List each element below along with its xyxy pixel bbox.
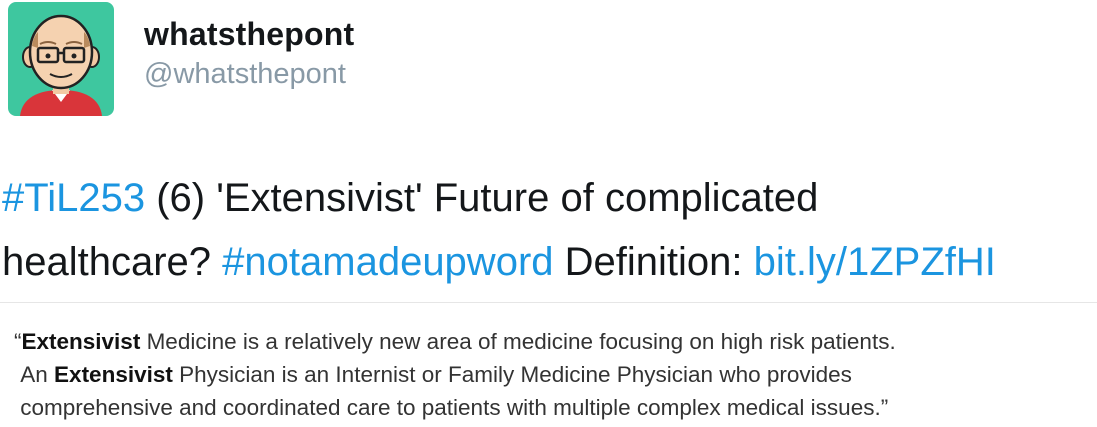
tweet-text-line-1: #TiL253 (6) 'Extensivist' Future of comp… <box>2 166 1092 230</box>
quote-bold-term: Extensivist <box>21 329 141 354</box>
avatar-cartoon-man-glasses-icon <box>20 14 102 116</box>
hashtag-til253-link[interactable]: #TiL253 <box>2 176 145 220</box>
quote-line-3: comprehensive and coordinated care to pa… <box>14 391 1094 424</box>
tweet-text-line-2: healthcare? #notamadeupword Definition: … <box>2 230 1092 294</box>
tweet-text-segment: healthcare? <box>2 240 223 284</box>
quote-segment: Medicine is a relatively new area of med… <box>140 329 896 354</box>
avatar[interactable] <box>8 2 114 116</box>
quote-text: “Extensivist Medicine is a relatively ne… <box>14 325 1094 424</box>
quote-segment: An <box>20 362 55 387</box>
display-name[interactable]: whatsthepont <box>144 16 354 53</box>
tweet-text-segment: (6) 'Extensivist' Future of complicated <box>145 176 819 220</box>
open-quote-mark: “ <box>14 329 22 354</box>
quote-line-2: An Extensivist Physician is an Internist… <box>14 358 1094 391</box>
tweet-text: #TiL253 (6) 'Extensivist' Future of comp… <box>2 166 1092 294</box>
quote-image-card[interactable]: “Extensivist Medicine is a relatively ne… <box>0 302 1097 427</box>
quote-line-1: “Extensivist Medicine is a relatively ne… <box>14 325 1094 358</box>
hashtag-notamadeupword-link[interactable]: #notamadeupword <box>222 240 553 284</box>
tweet-text-segment: Definition: <box>553 240 754 284</box>
tweet: whatsthepont @whatsthepont #TiL253 (6) '… <box>0 0 1097 427</box>
definition-url-link[interactable]: bit.ly/1ZPZfHI <box>754 240 996 284</box>
quote-segment: comprehensive and coordinated care to pa… <box>20 395 889 420</box>
quote-bold-term: Extensivist <box>54 362 173 387</box>
user-handle[interactable]: @whatsthepont <box>144 58 346 91</box>
quote-segment: Physician is an Internist or Family Medi… <box>172 362 852 387</box>
